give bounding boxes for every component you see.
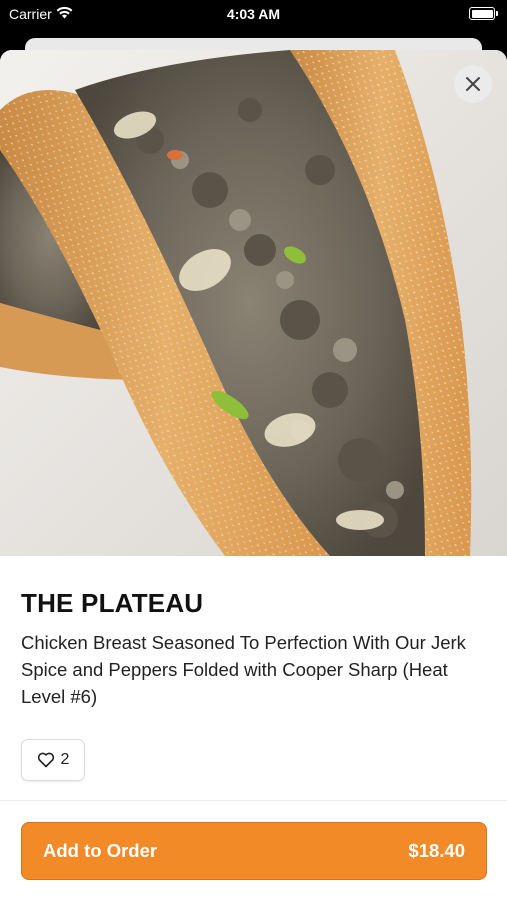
item-title: THE PLATEAU <box>21 588 204 618</box>
item-info: THE PLATEAU Chicken Breast Seasoned To P… <box>21 588 491 710</box>
item-detail-sheet: THE PLATEAU Chicken Breast Seasoned To P… <box>0 50 507 900</box>
divider <box>0 800 507 801</box>
battery-icon <box>469 7 498 20</box>
like-count: 2 <box>60 751 70 768</box>
item-description: Chicken Breast Seasoned To Perfection Wi… <box>21 632 466 707</box>
close-icon <box>466 77 480 91</box>
add-to-order-button[interactable]: Add to Order $18.40 <box>21 822 487 880</box>
item-photo <box>0 50 507 556</box>
item-price: $18.40 <box>408 840 465 861</box>
status-time: 4:03 AM <box>226 6 281 22</box>
close-button[interactable] <box>454 65 492 103</box>
heart-icon <box>37 752 54 768</box>
like-button[interactable]: 2 <box>21 739 85 781</box>
status-bar: Carrier 4:03 AM <box>0 0 507 30</box>
add-to-order-label: Add to Order <box>43 840 158 861</box>
sandwich-image <box>0 50 507 556</box>
